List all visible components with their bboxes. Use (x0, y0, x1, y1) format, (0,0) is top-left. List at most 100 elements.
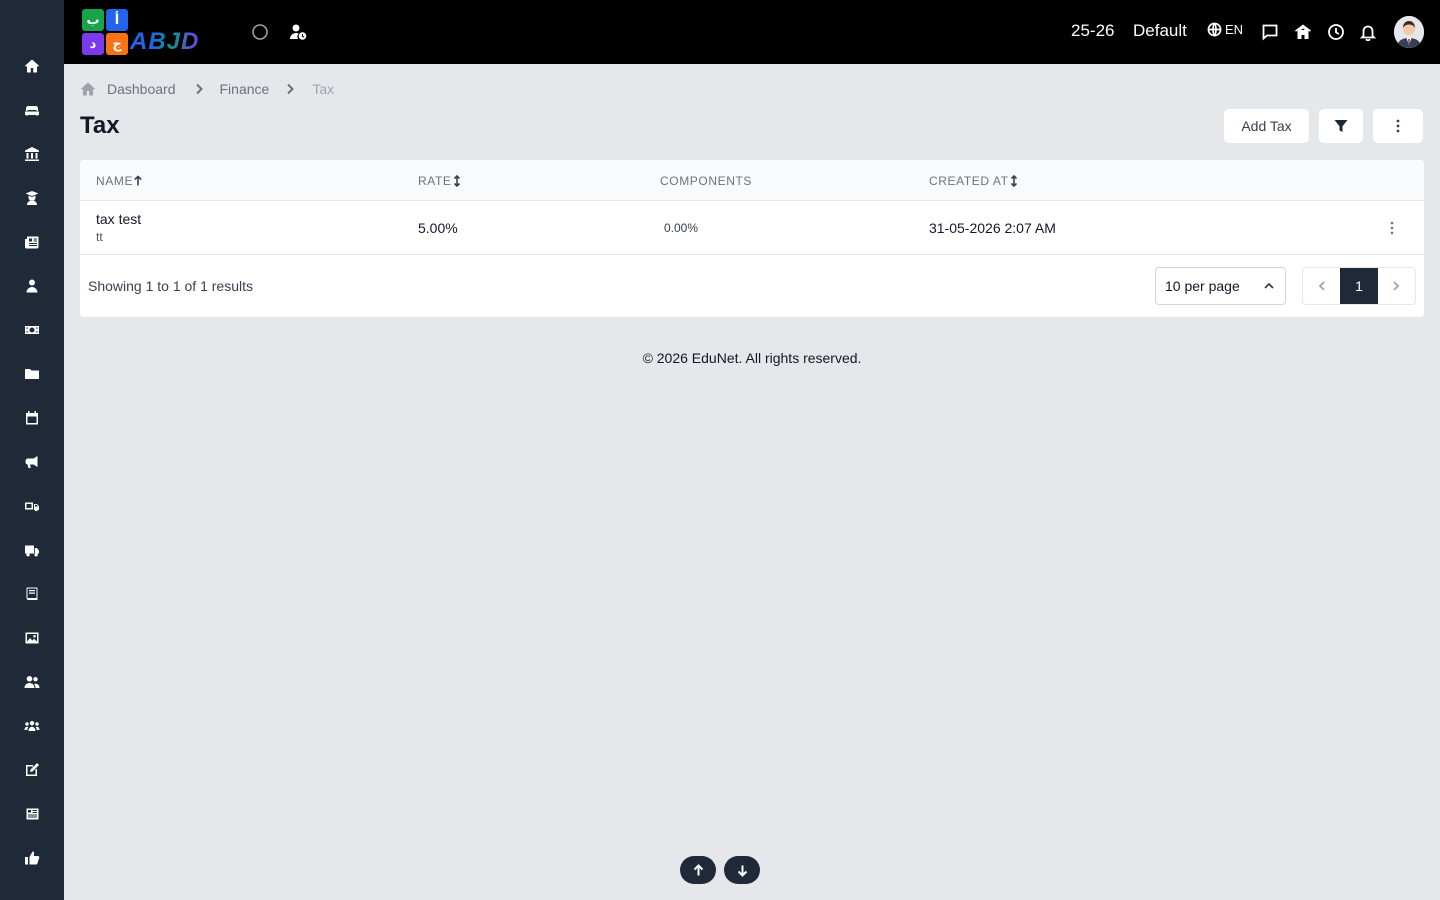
image-icon (25, 632, 39, 644)
avatar[interactable] (1394, 16, 1424, 48)
sidebar-item-teachers[interactable] (16, 182, 48, 214)
column-rate[interactable]: RATE (418, 174, 462, 188)
table-footer: Showing 1 to 1 of 1 results 10 per page … (80, 255, 1424, 317)
logo-tile-jeem: ج (106, 33, 128, 55)
user-clock-icon (290, 24, 307, 40)
folder-icon (25, 369, 39, 379)
teacher-icon (25, 191, 39, 205)
column-name[interactable]: NAME (96, 174, 143, 188)
sidebar-item-rooms[interactable] (16, 94, 48, 126)
sidebar-item-groups[interactable] (16, 710, 48, 742)
sofa-icon (25, 106, 39, 116)
row-components: 0.00% (664, 221, 699, 235)
sort-both-icon (453, 175, 460, 187)
status-toggle[interactable] (248, 20, 272, 44)
logo-tile-dal: د (82, 33, 104, 55)
sidebar-item-users[interactable] (16, 666, 48, 698)
sidebar-item-gallery[interactable] (16, 622, 48, 654)
vehicle-money-icon (25, 502, 39, 512)
row-created-at: 31-05-2026 2:07 AM (929, 220, 1056, 236)
chevron-left-icon (1318, 281, 1325, 291)
calendar-icon (26, 411, 38, 425)
breadcrumb-dashboard[interactable]: Dashboard (107, 81, 176, 97)
users-icon (24, 676, 40, 688)
sidebar-item-students[interactable] (16, 270, 48, 302)
notifications-button[interactable] (1356, 20, 1380, 44)
table-row: tax test tt 5.00% 0.00% 31-05-2026 2:07 … (80, 201, 1424, 255)
logo-wordmark: ABJD (130, 28, 199, 56)
sidebar-item-calendar[interactable] (16, 402, 48, 434)
newspaper-icon (25, 236, 39, 249)
sidebar-item-institution[interactable] (16, 138, 48, 170)
language-label: EN (1225, 22, 1244, 37)
previous-page-button[interactable] (1303, 268, 1340, 304)
chevron-right-icon (283, 82, 297, 96)
scroll-down-button[interactable] (724, 856, 760, 884)
scroll-up-button[interactable] (680, 856, 716, 884)
book-icon (26, 587, 38, 600)
circle-icon (252, 24, 268, 40)
row-rate: 5.00% (418, 220, 458, 236)
breadcrumb-home[interactable] (80, 81, 96, 97)
row-subtitle: tt (96, 230, 103, 244)
history-button[interactable] (1324, 20, 1348, 44)
filter-button[interactable] (1318, 108, 1364, 144)
pagination: 1 (1302, 267, 1416, 305)
home-icon (81, 82, 95, 96)
megaphone-icon (25, 456, 38, 468)
page-button-current[interactable]: 1 (1340, 268, 1378, 304)
sort-asc-icon (134, 175, 142, 186)
messages-button[interactable] (1258, 20, 1282, 44)
row-name: tax test (96, 211, 142, 227)
thumbs-up-icon (25, 851, 40, 865)
per-page-select[interactable]: 10 per page (1155, 267, 1286, 305)
switch-user-button[interactable] (286, 20, 310, 44)
chat-icon (1262, 24, 1278, 41)
per-page-value: 10 per page (1165, 278, 1240, 294)
filter-icon (1334, 120, 1348, 132)
sidebar-item-exams[interactable] (16, 754, 48, 786)
user-icon (26, 279, 38, 293)
sidebar-item-finance[interactable] (16, 314, 48, 346)
edit-icon (26, 763, 39, 776)
sidebar-item-transport[interactable] (16, 534, 48, 566)
breadcrumb: Dashboard Finance Tax (80, 81, 334, 97)
breadcrumb-finance[interactable]: Finance (220, 81, 270, 97)
row-actions-button[interactable] (1382, 219, 1402, 237)
truck-icon (25, 545, 39, 557)
bank-icon (25, 147, 39, 161)
column-components: COMPONENTS (660, 174, 752, 188)
column-components-label: COMPONENTS (660, 174, 753, 188)
profile-label[interactable]: Default (1133, 21, 1187, 41)
sidebar-item-news[interactable] (16, 226, 48, 258)
language-switcher[interactable]: EN (1207, 22, 1243, 37)
logo-tile-alif: أ (106, 9, 128, 31)
add-tax-button[interactable]: Add Tax (1223, 108, 1310, 144)
sidebar-item-reports[interactable] (16, 798, 48, 830)
sidebar-item-library[interactable] (16, 578, 48, 610)
money-icon (25, 326, 39, 334)
app-logo[interactable]: ب أ د ج ABJD (80, 8, 225, 56)
sort-both-icon (1010, 175, 1017, 187)
copyright: © 2026 EduNet. All rights reserved. (642, 350, 862, 366)
bell-icon (1359, 25, 1377, 41)
next-page-button[interactable] (1378, 268, 1415, 304)
sidebar (0, 0, 64, 900)
user-avatar-icon (1394, 16, 1424, 48)
sidebar-item-announcements[interactable] (16, 446, 48, 478)
chevron-right-icon (1393, 281, 1400, 291)
tax-table: NAME RATE COMPONENTS CREATED AT tax test… (80, 160, 1424, 317)
academic-year[interactable]: 25-26 (1071, 21, 1114, 41)
logo-tile-ba: ب (82, 9, 104, 31)
school-home-button[interactable] (1291, 20, 1315, 44)
more-options-button[interactable] (1372, 108, 1424, 144)
sidebar-item-feedback[interactable] (16, 842, 48, 874)
chevron-up-icon (1264, 282, 1274, 289)
table-header: NAME RATE COMPONENTS CREATED AT (80, 160, 1424, 201)
breadcrumb-tax: Tax (312, 81, 335, 97)
sidebar-item-home[interactable] (16, 50, 48, 82)
home-icon (25, 59, 39, 73)
kebab-menu-icon (1390, 221, 1394, 235)
sidebar-item-transport-fees[interactable] (16, 490, 48, 522)
column-created-at[interactable]: CREATED AT (929, 174, 1019, 188)
